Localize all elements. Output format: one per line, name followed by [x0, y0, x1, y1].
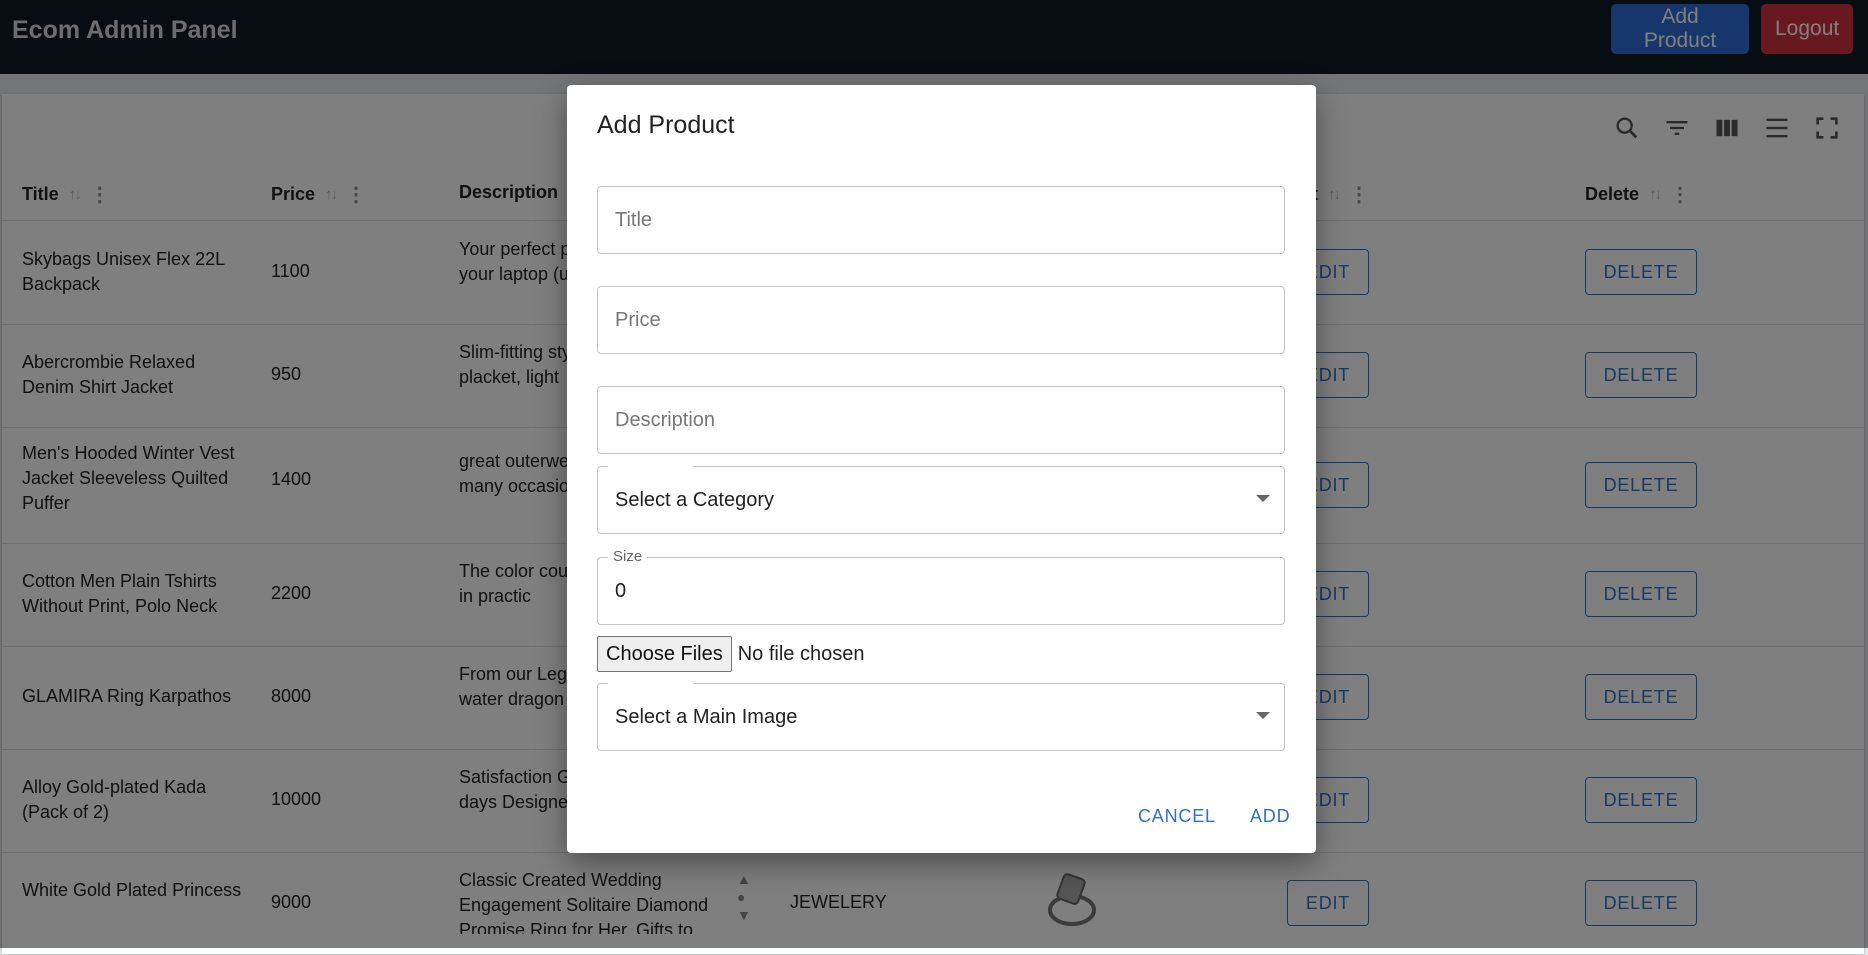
main-image-select[interactable]: Select a Main Image [597, 682, 1285, 751]
cancel-button[interactable]: CANCEL [1132, 805, 1222, 828]
size-input[interactable]: 0 [615, 580, 626, 603]
select-notch [608, 465, 693, 469]
file-status: No file chosen [737, 642, 865, 665]
category-select[interactable]: Select a Category [597, 465, 1285, 534]
dropdown-arrow-icon [1256, 712, 1270, 719]
add-product-dialog: Add Product Select a Category Size 0 Cho… [567, 85, 1316, 853]
select-notch [608, 682, 693, 686]
main-image-select-value: Select a Main Image [615, 706, 798, 728]
dropdown-arrow-icon [1256, 495, 1270, 502]
add-button[interactable]: ADD [1244, 805, 1296, 828]
size-label: Size [608, 548, 648, 565]
dialog-title: Add Product [597, 111, 735, 139]
file-upload: Choose Files No file chosen [597, 636, 864, 672]
title-field[interactable] [597, 186, 1285, 254]
description-input[interactable] [598, 387, 1284, 453]
category-select-value: Select a Category [615, 489, 774, 511]
choose-files-button[interactable]: Choose Files [597, 636, 732, 672]
title-input[interactable] [598, 187, 1284, 253]
description-field[interactable] [597, 386, 1285, 454]
price-field[interactable] [597, 286, 1285, 354]
size-field[interactable]: Size 0 [597, 548, 1285, 625]
price-input[interactable] [598, 287, 1284, 353]
